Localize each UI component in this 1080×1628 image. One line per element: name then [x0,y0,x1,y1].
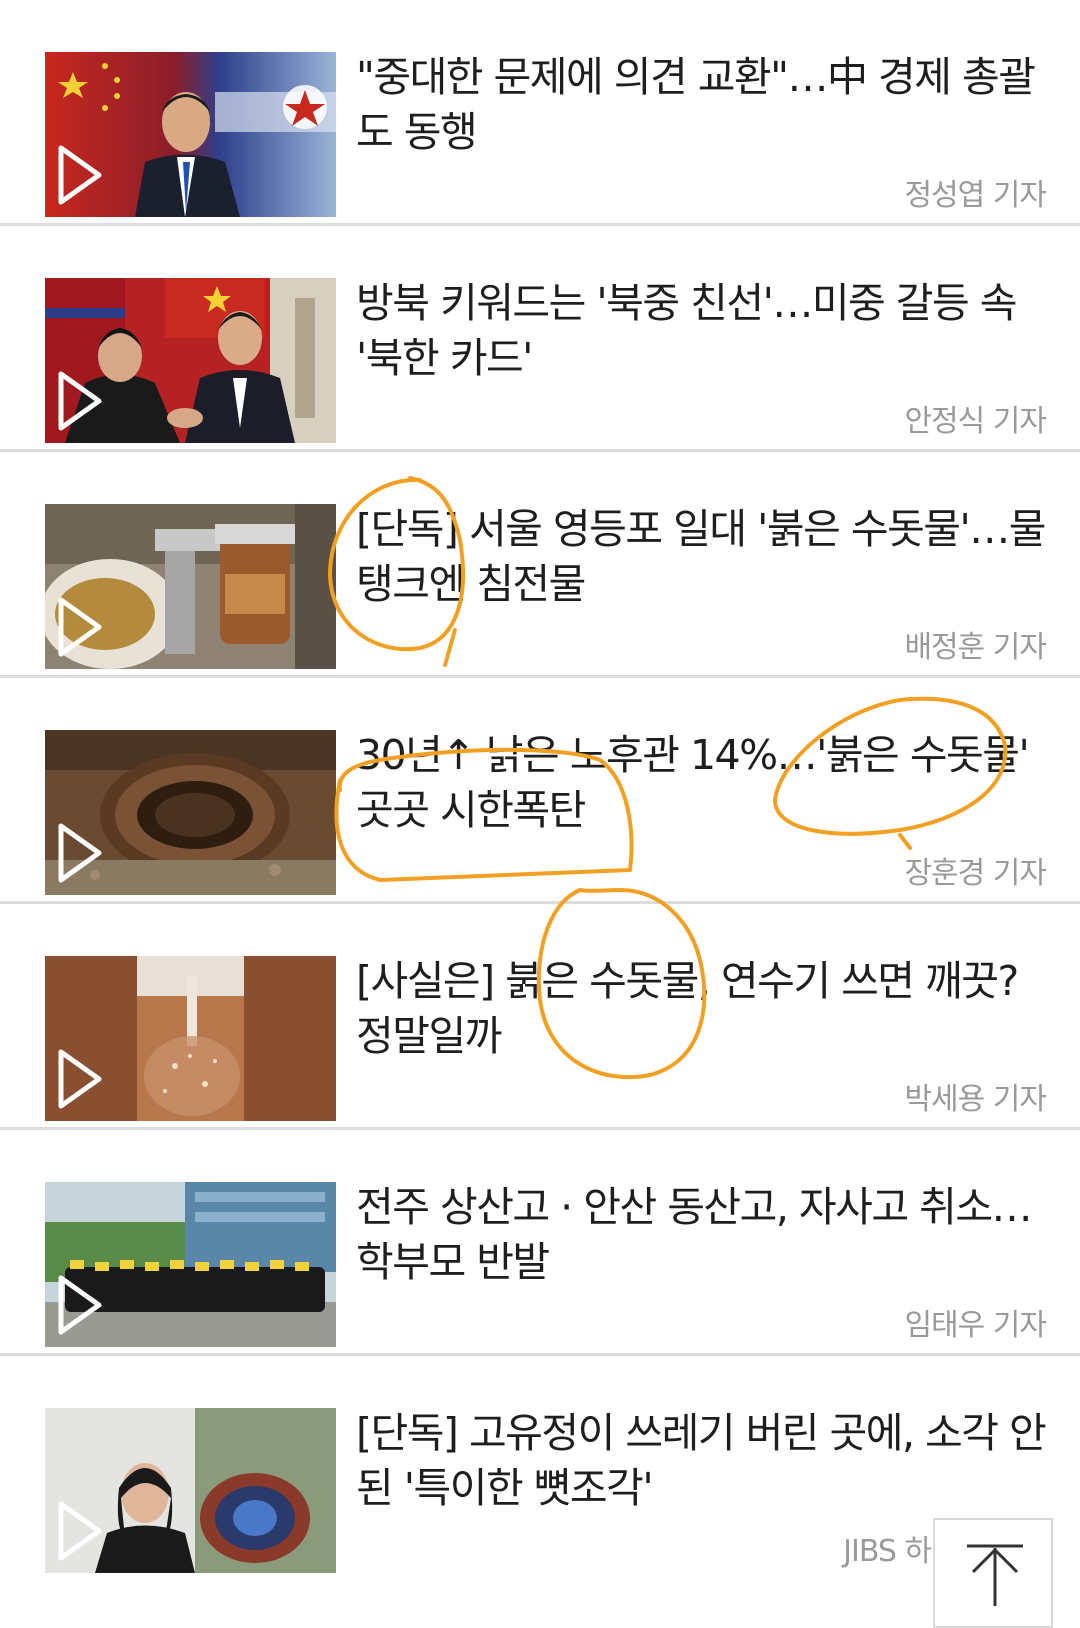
reporter-name: 안정식 기자 [904,404,1047,439]
thumbnail-image[interactable] [45,956,336,1121]
thumbnail-image[interactable] [45,1182,336,1347]
scroll-to-top-button[interactable] [933,1518,1053,1628]
reporter-name: 배정훈 기자 [904,630,1047,665]
list-item[interactable]: 30년↑ 낡은 노후관 14%…'붉은 수돗물' 곳곳 시한폭탄 장훈경 기자 [0,678,1080,904]
play-icon [58,145,102,205]
list-item[interactable]: 방북 키워드는 '북중 친선'…미중 갈등 속 '북한 카드' 안정식 기자 [0,226,1080,452]
article-headline[interactable]: [단독] 서울 영등포 일대 '붉은 수돗물'…물 탱크엔 침전물 [356,502,1047,612]
article-headline[interactable]: "중대한 문제에 의견 교환"…中 경제 총괄 도 동행 [356,50,1046,160]
article-headline[interactable]: 30년↑ 낡은 노후관 14%…'붉은 수돗물' 곳곳 시한폭탄 [356,728,1046,838]
reporter-name: 임태우 기자 [904,1308,1047,1343]
play-icon [58,1275,102,1335]
list-item[interactable]: [단독] 고유정이 쓰레기 버린 곳에, 소각 안 된 '특이한 뼛조각' JI… [0,1356,1080,1582]
play-icon [58,597,102,657]
list-item[interactable]: [사실은] 붉은 수돗물, 연수기 쓰면 깨끗? 정말일까 박세용 기자 [0,904,1080,1130]
thumbnail-image[interactable] [45,504,336,669]
article-headline[interactable]: [사실은] 붉은 수돗물, 연수기 쓰면 깨끗? 정말일까 [356,954,1046,1064]
list-item[interactable]: 전주 상산고 · 안산 동산고, 자사고 취소… 학부모 반발 임태우 기자 [0,1130,1080,1356]
arrow-up-icon [967,1544,1023,1606]
reporter-name: 정성엽 기자 [904,178,1047,213]
play-icon [58,823,102,883]
thumbnail-image[interactable] [45,1408,336,1573]
article-headline[interactable]: 방북 키워드는 '북중 친선'…미중 갈등 속 '북한 카드' [356,276,1046,386]
thumbnail-image[interactable] [45,52,336,217]
thumbnail-image[interactable] [45,278,336,443]
play-icon [58,1501,102,1561]
reporter-name: 장훈경 기자 [904,856,1047,891]
reporter-name: 박세용 기자 [904,1082,1047,1117]
play-icon [58,371,102,431]
list-item[interactable]: "중대한 문제에 의견 교환"…中 경제 총괄 도 동행 정성엽 기자 [0,0,1080,226]
article-headline[interactable]: [단독] 고유정이 쓰레기 버린 곳에, 소각 안 된 '특이한 뼛조각' [356,1406,1047,1516]
play-icon [58,1049,102,1109]
article-headline[interactable]: 전주 상산고 · 안산 동산고, 자사고 취소… 학부모 반발 [356,1180,1046,1290]
thumbnail-image[interactable] [45,730,336,895]
list-item[interactable]: [단독] 서울 영등포 일대 '붉은 수돗물'…물 탱크엔 침전물 배정훈 기자 [0,452,1080,678]
